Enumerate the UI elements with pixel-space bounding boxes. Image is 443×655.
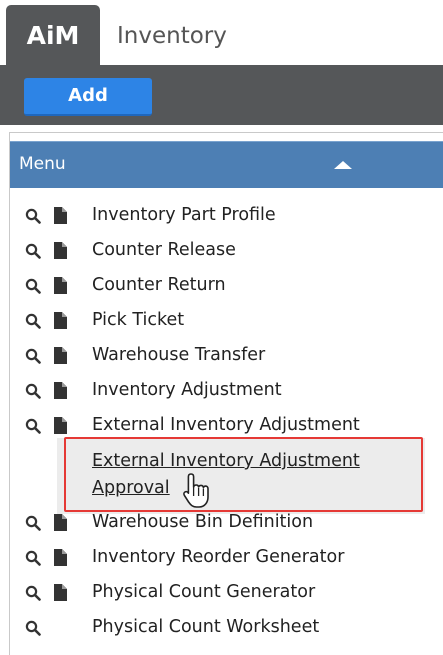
menu-item-external-inventory-adjustment-approval[interactable]: External Inventory Adjustment Approval <box>92 448 392 502</box>
menu-header-label: Menu <box>19 154 66 174</box>
menu-item-inventory-part-profile[interactable]: Inventory Part Profile <box>10 198 443 233</box>
document-icon[interactable] <box>54 277 67 294</box>
search-icon[interactable] <box>25 383 41 399</box>
document-icon[interactable] <box>54 347 67 364</box>
menu-item-label[interactable]: Counter Return <box>92 268 226 303</box>
document-icon[interactable] <box>54 242 67 259</box>
menu-item-physical-count-generator[interactable]: Physical Count Generator <box>10 575 443 610</box>
search-icon[interactable] <box>25 208 41 224</box>
tab-inventory[interactable]: Inventory <box>117 23 227 49</box>
search-icon[interactable] <box>25 418 41 434</box>
document-icon[interactable] <box>54 207 67 224</box>
menu-item-label[interactable]: Physical Count Generator <box>92 575 315 610</box>
add-button[interactable]: Add <box>24 78 152 116</box>
document-icon[interactable] <box>54 549 67 566</box>
search-icon[interactable] <box>25 550 41 566</box>
search-icon[interactable] <box>25 278 41 294</box>
document-icon[interactable] <box>54 382 67 399</box>
search-icon[interactable] <box>25 620 41 636</box>
menu-item-pick-ticket[interactable]: Pick Ticket <box>10 303 443 338</box>
document-icon[interactable] <box>54 417 67 434</box>
menu-item-inventory-reorder-generator[interactable]: Inventory Reorder Generator <box>10 540 443 575</box>
document-icon[interactable] <box>54 312 67 329</box>
chevron-up-icon[interactable] <box>334 161 352 169</box>
menu-item-label[interactable]: Physical Count Worksheet <box>92 610 319 645</box>
menu-item-counter-return[interactable]: Counter Return <box>10 268 443 303</box>
menu-item-physical-count-worksheet[interactable]: Physical Count Worksheet <box>10 610 443 645</box>
search-icon[interactable] <box>25 585 41 601</box>
toolbar: Add <box>0 65 443 125</box>
menu-item-label[interactable]: Counter Release <box>92 233 236 268</box>
top-tab-bar: AiM Inventory <box>0 0 443 67</box>
menu-panel: Menu Inventory Part Profile Counter Rele… <box>9 132 443 655</box>
aim-logo-tab[interactable]: AiM <box>6 5 100 67</box>
search-icon[interactable] <box>25 348 41 364</box>
menu-item-label[interactable]: Inventory Reorder Generator <box>92 540 344 575</box>
menu-header[interactable]: Menu <box>10 141 443 188</box>
document-icon[interactable] <box>54 584 67 601</box>
menu-item-inventory-adjustment[interactable]: Inventory Adjustment <box>10 373 443 408</box>
menu-item-label[interactable]: Pick Ticket <box>92 303 184 338</box>
menu-item-label[interactable]: Warehouse Bin Definition <box>92 505 313 540</box>
menu-item-warehouse-bin-definition[interactable]: Warehouse Bin Definition <box>10 505 443 540</box>
menu-item-label[interactable]: Inventory Adjustment <box>92 373 282 408</box>
menu-item-warehouse-transfer[interactable]: Warehouse Transfer <box>10 338 443 373</box>
search-icon[interactable] <box>25 515 41 531</box>
search-icon[interactable] <box>25 313 41 329</box>
menu-item-label[interactable]: Warehouse Transfer <box>92 338 265 373</box>
menu-item-label[interactable]: Inventory Part Profile <box>92 198 276 233</box>
search-icon[interactable] <box>25 243 41 259</box>
document-icon[interactable] <box>54 514 67 531</box>
toolbar-spacer <box>0 125 443 132</box>
menu-item-counter-release[interactable]: Counter Release <box>10 233 443 268</box>
